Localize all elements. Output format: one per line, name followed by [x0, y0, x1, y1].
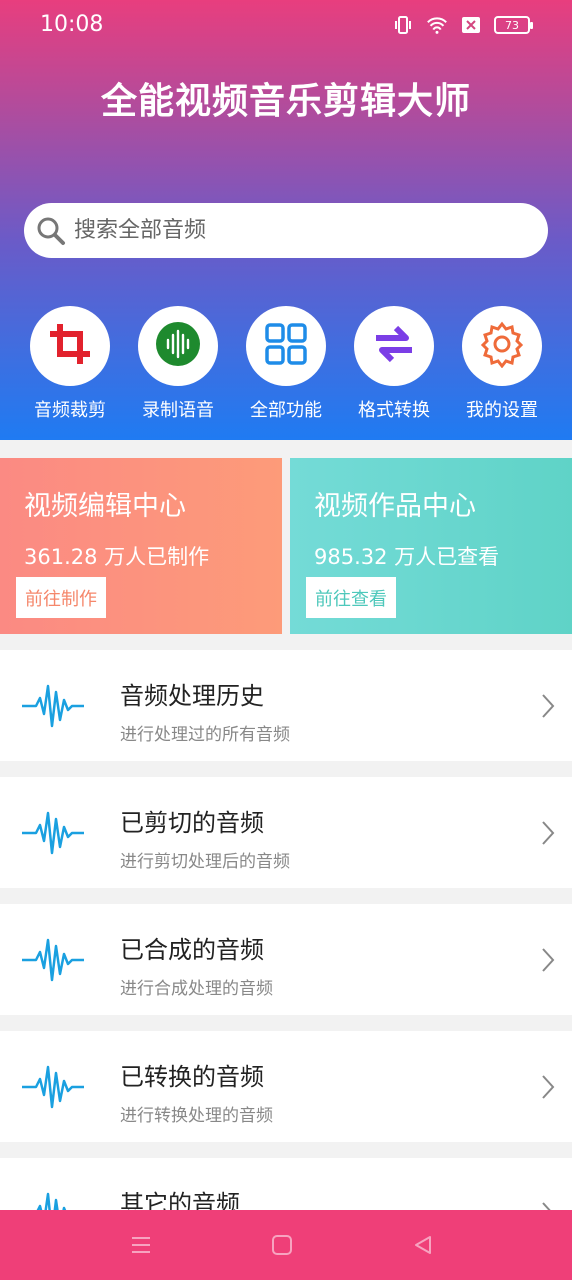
chevron-right-icon — [540, 1073, 556, 1101]
chevron-right-icon — [540, 946, 556, 974]
back-icon[interactable] — [408, 1230, 438, 1260]
vibrate-icon — [392, 14, 414, 36]
card-title: 视频作品中心 — [314, 491, 476, 522]
quick-action-label: 格式转换 — [358, 400, 430, 421]
quick-actions: 音频裁剪 录制语音 全部功能 格式转换 我的设置 — [0, 306, 572, 426]
quick-action-label: 我的设置 — [466, 400, 538, 421]
battery-indicator: 73 — [494, 16, 533, 34]
quick-action-label: 全部功能 — [250, 400, 322, 421]
home-icon[interactable] — [267, 1230, 297, 1260]
crop-icon — [48, 322, 92, 370]
waveform-icon — [22, 934, 84, 986]
list-item-title: 已转换的音频 — [120, 1063, 264, 1091]
go-view-button[interactable]: 前往查看 — [306, 577, 396, 618]
list-item-subtitle: 进行合成处理的音频 — [120, 979, 273, 999]
quick-action-label: 音频裁剪 — [34, 400, 106, 421]
waveform-icon — [22, 1061, 84, 1113]
list-item-title: 音频处理历史 — [120, 682, 264, 710]
sim-x-icon — [460, 14, 482, 36]
card-stat: 985.32 万人已查看 — [314, 545, 500, 569]
quick-action-audio-crop[interactable]: 音频裁剪 — [20, 306, 120, 422]
list-item-subtitle: 进行剪切处理后的音频 — [120, 852, 290, 872]
app-title: 全能视频音乐剪辑大师 — [100, 81, 471, 122]
status-bar: 10:08 73 — [0, 0, 572, 52]
quick-action-label: 录制语音 — [142, 400, 214, 421]
quick-action-all-features[interactable]: 全部功能 — [236, 306, 336, 422]
convert-icon — [370, 320, 418, 372]
search-input[interactable] — [74, 218, 514, 243]
waveform-icon — [22, 807, 84, 859]
menu-icon[interactable] — [126, 1230, 156, 1260]
chevron-right-icon — [540, 819, 556, 847]
video-works-center-card[interactable]: 视频作品中心 985.32 万人已查看 前往查看 — [290, 458, 572, 634]
gear-icon — [478, 320, 526, 372]
chevron-right-icon — [540, 692, 556, 720]
list-item-title: 已剪切的音频 — [120, 809, 264, 837]
voice-record-icon — [155, 321, 201, 371]
list-item-cut-audio[interactable]: 已剪切的音频 进行剪切处理后的音频 — [0, 777, 572, 888]
quick-action-record-voice[interactable]: 录制语音 — [128, 306, 228, 422]
search-bar[interactable] — [24, 203, 548, 258]
list-item-subtitle: 进行转换处理的音频 — [120, 1106, 273, 1126]
card-title: 视频编辑中心 — [24, 491, 186, 522]
system-navigation-bar — [0, 1210, 572, 1280]
list-item-converted-audio[interactable]: 已转换的音频 进行转换处理的音频 — [0, 1031, 572, 1142]
status-icons: 73 — [392, 14, 533, 36]
list-item-audio-history[interactable]: 音频处理历史 进行处理过的所有音频 — [0, 650, 572, 761]
go-create-button[interactable]: 前往制作 — [16, 577, 106, 618]
quick-action-format-convert[interactable]: 格式转换 — [344, 306, 444, 422]
video-edit-center-card[interactable]: 视频编辑中心 361.28 万人已制作 前往制作 — [0, 458, 282, 634]
list-item-title: 已合成的音频 — [120, 936, 264, 964]
waveform-icon — [22, 680, 84, 732]
grid-icon — [264, 322, 308, 370]
wifi-icon — [426, 14, 448, 36]
search-icon — [34, 214, 68, 248]
status-time: 10:08 — [40, 12, 104, 37]
quick-action-settings[interactable]: 我的设置 — [452, 306, 552, 422]
list-item-merged-audio[interactable]: 已合成的音频 进行合成处理的音频 — [0, 904, 572, 1015]
list-item-subtitle: 进行处理过的所有音频 — [120, 725, 290, 745]
card-stat: 361.28 万人已制作 — [24, 545, 210, 569]
